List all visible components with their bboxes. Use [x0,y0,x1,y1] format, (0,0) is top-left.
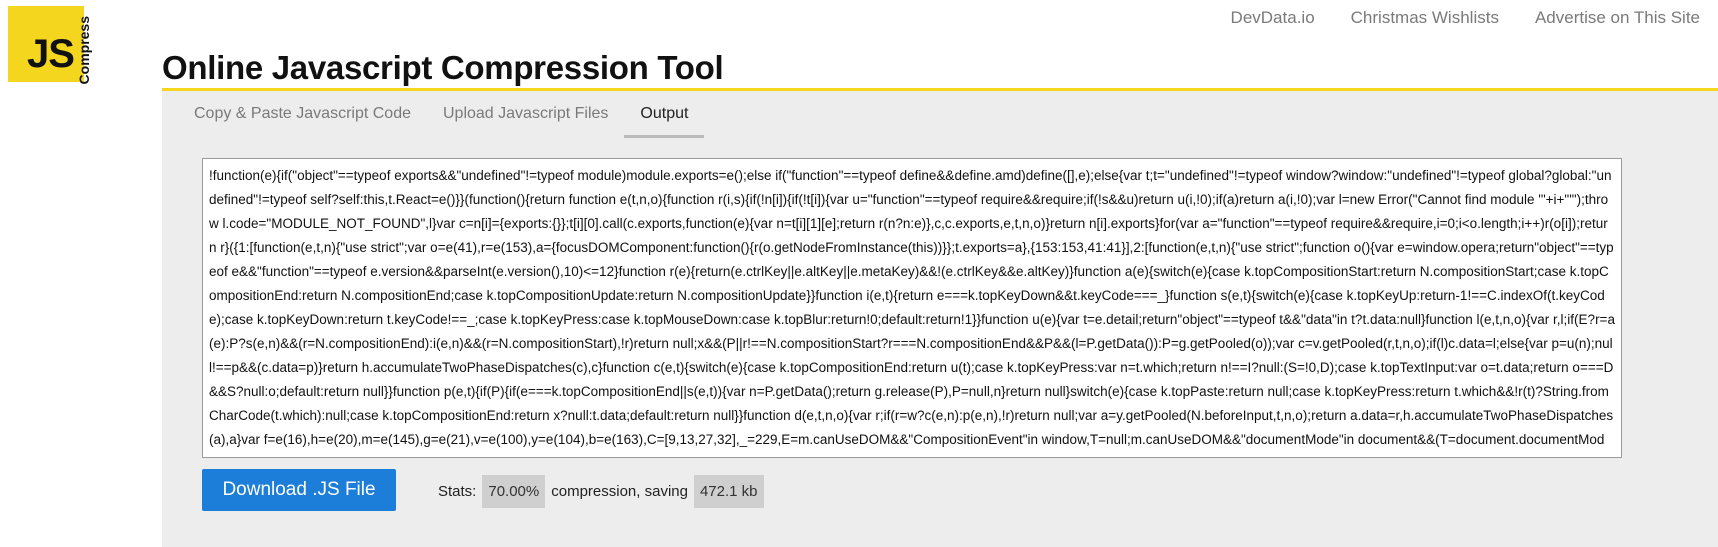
js-compress-logo[interactable]: JS Compress [8,6,92,84]
logo-compress-text: Compress [76,16,92,85]
nav-link-christmas-wishlists[interactable]: Christmas Wishlists [1351,8,1499,28]
tab-bar: Copy & Paste Javascript Code Upload Java… [194,91,736,138]
output-code-textarea[interactable]: !function(e){if("object"==typeof exports… [202,158,1622,458]
tab-copy-paste[interactable]: Copy & Paste Javascript Code [194,91,411,138]
tab-upload-files[interactable]: Upload Javascript Files [443,91,608,138]
nav-link-advertise[interactable]: Advertise on This Site [1535,8,1700,28]
stats-bar: Stats: 70.00% compression, saving 472.1 … [438,475,770,508]
page-title: Online Javascript Compression Tool [162,49,724,86]
nav-link-devdata[interactable]: DevData.io [1231,8,1315,28]
compression-percent-badge: 70.00% [482,475,546,508]
tab-output[interactable]: Output [624,91,705,138]
stats-middle-text: compression, saving [551,483,688,500]
stats-label: Stats: [438,483,477,500]
top-nav: DevData.io Christmas Wishlists Advertise… [1231,8,1700,28]
tool-panel: Copy & Paste Javascript Code Upload Java… [162,91,1718,547]
logo-js-text: JS [27,32,75,76]
saving-size-badge: 472.1 kb [693,475,764,508]
download-js-button[interactable]: Download .JS File [202,469,396,511]
